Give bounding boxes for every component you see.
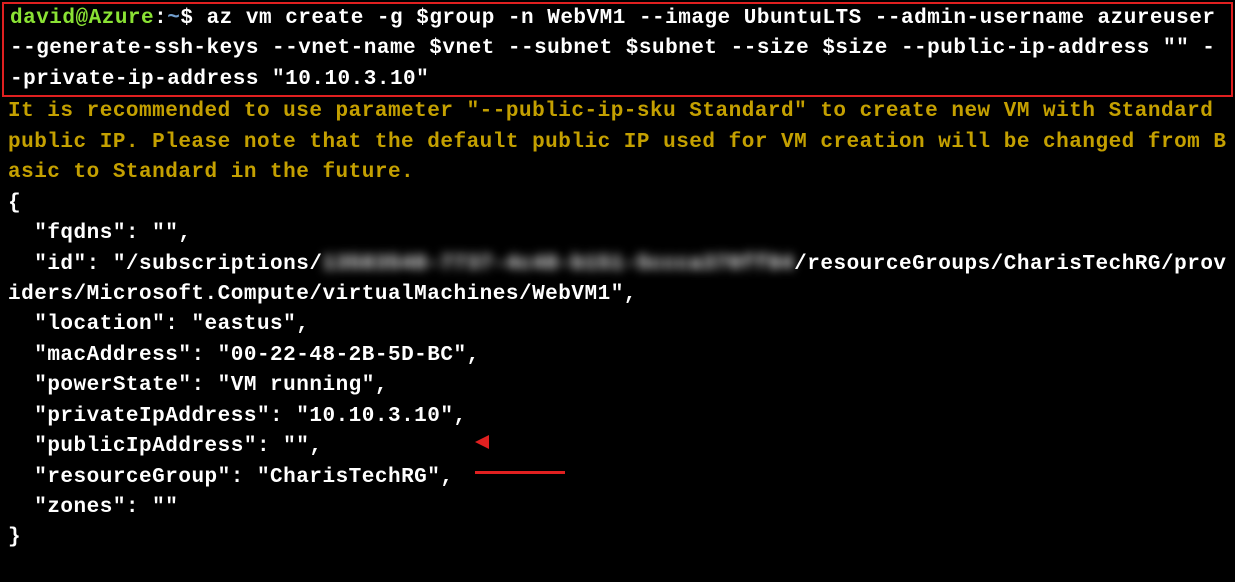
json-close-brace: }: [8, 526, 21, 549]
json-private-ip: "privateIpAddress": "10.10.3.10",: [8, 405, 467, 428]
warning-text: It is recommended to use parameter "--pu…: [8, 100, 1227, 184]
arrow-head-icon: [475, 435, 489, 449]
json-rg: "resourceGroup": "CharisTechRG",: [8, 466, 453, 489]
json-fqdns: "fqdns": "",: [8, 222, 191, 245]
json-zones: "zones": "": [8, 496, 178, 519]
json-id-prefix: "id": "/subscriptions/: [8, 253, 322, 276]
terminal-output[interactable]: david@Azure:~$ az vm create -g $group -n…: [8, 2, 1227, 554]
prompt-dollar: $: [180, 7, 193, 30]
command-text: az vm create -g $group -n WebVM1 --image…: [10, 7, 1229, 91]
json-mac: "macAddress": "00-22-48-2B-5D-BC",: [8, 344, 480, 367]
arrow-line-icon: [475, 471, 565, 474]
json-open-brace: {: [8, 192, 21, 215]
prompt-at: @: [76, 7, 89, 30]
json-power: "powerState": "VM running",: [8, 374, 388, 397]
prompt-host: Azure: [89, 7, 155, 30]
prompt-user: david: [10, 7, 76, 30]
json-id-blurred: 13583548-7737-4c48-b151-5ccca370ff84: [322, 253, 794, 276]
prompt-colon: :: [154, 7, 167, 30]
json-public-ip: "publicIpAddress": "",: [8, 435, 322, 458]
prompt-path: ~: [167, 7, 180, 30]
json-location: "location": "eastus",: [8, 313, 309, 336]
command-highlight-box: david@Azure:~$ az vm create -g $group -n…: [2, 2, 1233, 97]
